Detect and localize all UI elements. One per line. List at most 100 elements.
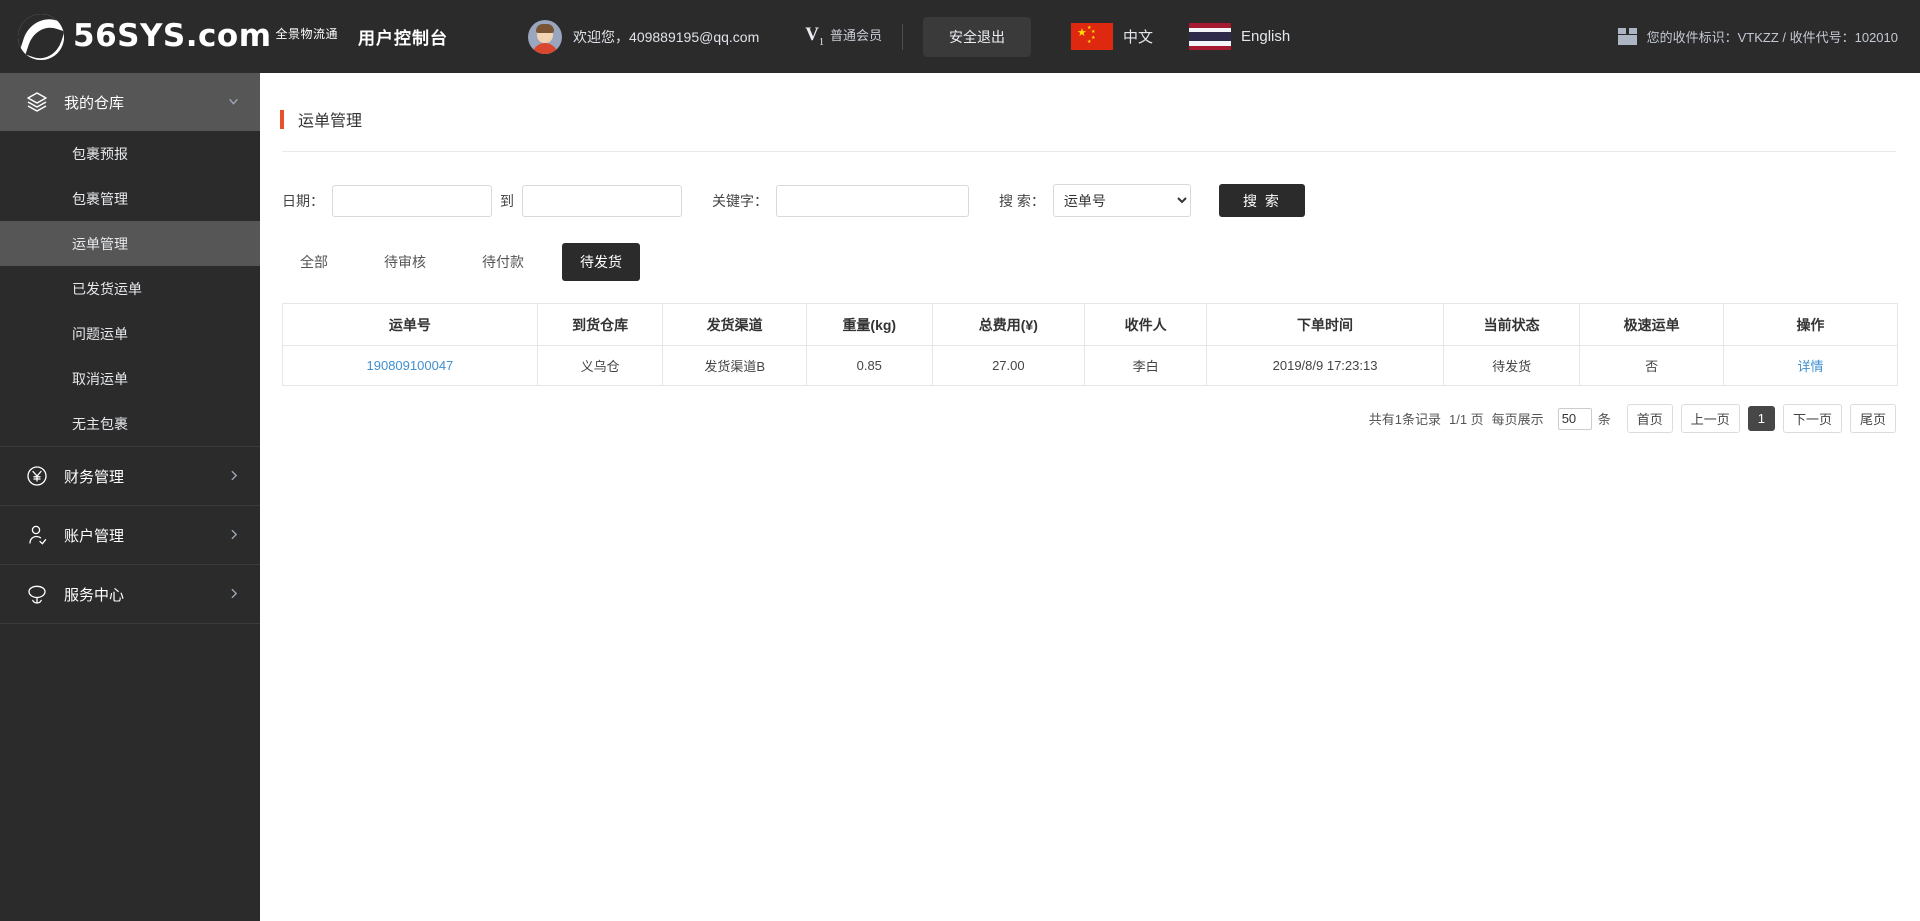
column-header-recipient: 收件人 bbox=[1084, 303, 1208, 346]
logo-name: 56SYS bbox=[73, 18, 186, 54]
search-button[interactable]: 搜 索 bbox=[1218, 184, 1305, 217]
tab-pending-review[interactable]: 待审核 bbox=[366, 243, 444, 281]
next-page-button[interactable]: 下一页 bbox=[1782, 404, 1842, 433]
chevron-down-icon bbox=[227, 95, 240, 110]
cell-channel: 发货渠道B bbox=[662, 345, 807, 386]
language-label-english: English bbox=[1241, 28, 1291, 45]
member-level: V1 普通会员 bbox=[805, 25, 882, 48]
layers-icon bbox=[24, 89, 50, 115]
thailand-flag-icon bbox=[1189, 23, 1231, 50]
chevron-right-icon bbox=[227, 469, 240, 484]
logout-button[interactable]: 安全退出 bbox=[922, 16, 1031, 57]
sidebar-item-label: 包裹预报 bbox=[72, 145, 128, 162]
per-page-input[interactable] bbox=[1557, 407, 1592, 430]
status-tabs: 全部 待审核 待付款 待发货 bbox=[260, 217, 1920, 281]
yuan-circle-icon bbox=[24, 463, 50, 489]
language-switcher: ★ ★ ★ ★ ★ 中文 English bbox=[1070, 23, 1290, 50]
tab-all[interactable]: 全部 bbox=[282, 243, 346, 281]
waybill-table-container: 运单号 到货仓库 发货渠道 重量(kg) 总费用(¥) 收件人 下单时间 当前状… bbox=[260, 281, 1920, 386]
sidebar-group-label: 账户管理 bbox=[64, 527, 125, 545]
language-option-chinese[interactable]: ★ ★ ★ ★ ★ 中文 bbox=[1070, 23, 1153, 50]
chevron-right-icon bbox=[227, 528, 240, 543]
cell-warehouse: 义乌仓 bbox=[537, 345, 664, 386]
sidebar-item-package-forecast[interactable]: 包裹预报 bbox=[0, 131, 260, 176]
current-page-button[interactable]: 1 bbox=[1747, 406, 1775, 431]
cell-action: 详情 bbox=[1723, 345, 1898, 386]
waybill-table: 运单号 到货仓库 发货渠道 重量(kg) 总费用(¥) 收件人 下单时间 当前状… bbox=[282, 303, 1898, 386]
column-header-total-fee: 总费用(¥) bbox=[932, 303, 1086, 346]
search-field-label: 搜 索： bbox=[999, 192, 1045, 209]
tab-pending-payment[interactable]: 待付款 bbox=[464, 243, 542, 281]
logo-icon bbox=[18, 13, 64, 60]
column-header-waybill-no: 运单号 bbox=[282, 303, 538, 346]
sidebar-item-label: 包裹管理 bbox=[72, 190, 128, 207]
main-content: 运单管理 日期： 到 关键字： 搜 索： 运单号 搜 索 全部 待审核 待付款 … bbox=[260, 73, 1920, 921]
sidebar-item-waybill-management[interactable]: 运单管理 bbox=[0, 221, 260, 266]
date-label: 日期： bbox=[282, 192, 324, 209]
cell-waybill-no: 190809100047 bbox=[282, 345, 538, 386]
brand-logo[interactable]: 56SYS .com 全景物流通 用户控制台 bbox=[0, 13, 449, 60]
sidebar-divider bbox=[0, 623, 260, 624]
search-field-select[interactable]: 运单号 bbox=[1052, 184, 1191, 217]
waybill-no-link[interactable]: 190809100047 bbox=[367, 358, 454, 373]
chevron-right-icon bbox=[227, 587, 240, 602]
sidebar-item-label: 取消运单 bbox=[72, 370, 128, 387]
sidebar-item-unclaimed-package[interactable]: 无主包裹 bbox=[0, 401, 260, 446]
sidebar-item-label: 无主包裹 bbox=[72, 415, 128, 432]
receiver-identity-text: 您的收件标识：VTKZZ / 收件代号：102010 bbox=[1646, 30, 1898, 45]
first-page-button[interactable]: 首页 bbox=[1626, 404, 1673, 433]
per-page-label: 每页展示 bbox=[1491, 412, 1544, 427]
support-icon bbox=[24, 581, 50, 607]
pagination: 共有1条记录 1/1 页 每页展示 条 首页 上一页 1 下一页 尾页 bbox=[260, 386, 1920, 433]
welcome-text: 欢迎您，409889195@qq.com bbox=[573, 28, 760, 45]
cell-total-fee: 27.00 bbox=[932, 345, 1086, 386]
language-label-chinese: 中文 bbox=[1122, 29, 1153, 46]
sidebar-item-label: 已发货运单 bbox=[72, 280, 142, 297]
header-divider bbox=[901, 23, 903, 50]
sidebar-group-service-center[interactable]: 服务中心 bbox=[0, 565, 260, 623]
filter-bar: 日期： 到 关键字： 搜 索： 运单号 搜 索 bbox=[260, 152, 1920, 217]
level-badge-icon: V1 bbox=[805, 24, 824, 48]
prev-page-button[interactable]: 上一页 bbox=[1680, 404, 1740, 433]
date-range-joiner: 到 bbox=[500, 192, 514, 209]
page-header: 运单管理 bbox=[260, 95, 1920, 143]
per-page-unit: 条 bbox=[1597, 412, 1611, 427]
language-option-english[interactable]: English bbox=[1189, 23, 1290, 50]
china-flag-icon: ★ ★ ★ ★ ★ bbox=[1070, 23, 1113, 50]
sidebar-item-label: 运单管理 bbox=[72, 235, 128, 252]
user-icon bbox=[24, 522, 50, 548]
receiver-identity: 您的收件标识：VTKZZ / 收件代号：102010 bbox=[1617, 27, 1898, 46]
last-page-button[interactable]: 尾页 bbox=[1849, 404, 1896, 433]
column-header-channel: 发货渠道 bbox=[662, 303, 807, 346]
user-welcome: 欢迎您，409889195@qq.com bbox=[528, 19, 760, 54]
column-header-action: 操作 bbox=[1723, 303, 1898, 346]
total-records-text: 共有1条记录 bbox=[1368, 412, 1441, 427]
column-header-warehouse: 到货仓库 bbox=[537, 303, 664, 346]
cell-order-time: 2019/8/9 17:23:13 bbox=[1206, 345, 1444, 386]
cell-recipient: 李白 bbox=[1084, 345, 1208, 386]
column-header-status: 当前状态 bbox=[1443, 303, 1581, 346]
table-row: 190809100047 义乌仓 发货渠道B 0.85 27.00 李白 201… bbox=[282, 345, 1898, 386]
column-header-order-time: 下单时间 bbox=[1206, 303, 1444, 346]
sidebar-group-my-warehouse[interactable]: 我的仓库 bbox=[0, 73, 260, 131]
tab-pending-shipment[interactable]: 待发货 bbox=[562, 243, 640, 281]
sidebar-item-cancelled-waybill[interactable]: 取消运单 bbox=[0, 356, 260, 401]
page-title-accent bbox=[280, 109, 284, 129]
sidebar-group-account[interactable]: 账户管理 bbox=[0, 506, 260, 564]
date-to-input[interactable] bbox=[522, 184, 682, 217]
top-bar: 56SYS .com 全景物流通 用户控制台 欢迎您，409889195@qq.… bbox=[0, 0, 1920, 73]
logo-wordmark: 56SYS .com 全景物流通 bbox=[73, 21, 338, 52]
sidebar-item-shipped-waybill[interactable]: 已发货运单 bbox=[0, 266, 260, 311]
console-title: 用户控制台 bbox=[358, 29, 449, 48]
date-from-input[interactable] bbox=[332, 184, 492, 217]
sidebar-group-finance[interactable]: 财务管理 bbox=[0, 447, 260, 505]
keyword-input[interactable] bbox=[776, 184, 969, 217]
sidebar-group-label: 财务管理 bbox=[64, 468, 125, 486]
package-box-icon bbox=[1617, 28, 1637, 45]
avatar[interactable] bbox=[528, 19, 563, 54]
column-header-express: 极速运单 bbox=[1579, 303, 1724, 346]
detail-link[interactable]: 详情 bbox=[1797, 359, 1823, 374]
cell-express: 否 bbox=[1579, 345, 1724, 386]
sidebar-item-package-management[interactable]: 包裹管理 bbox=[0, 176, 260, 221]
sidebar-item-problem-waybill[interactable]: 问题运单 bbox=[0, 311, 260, 356]
